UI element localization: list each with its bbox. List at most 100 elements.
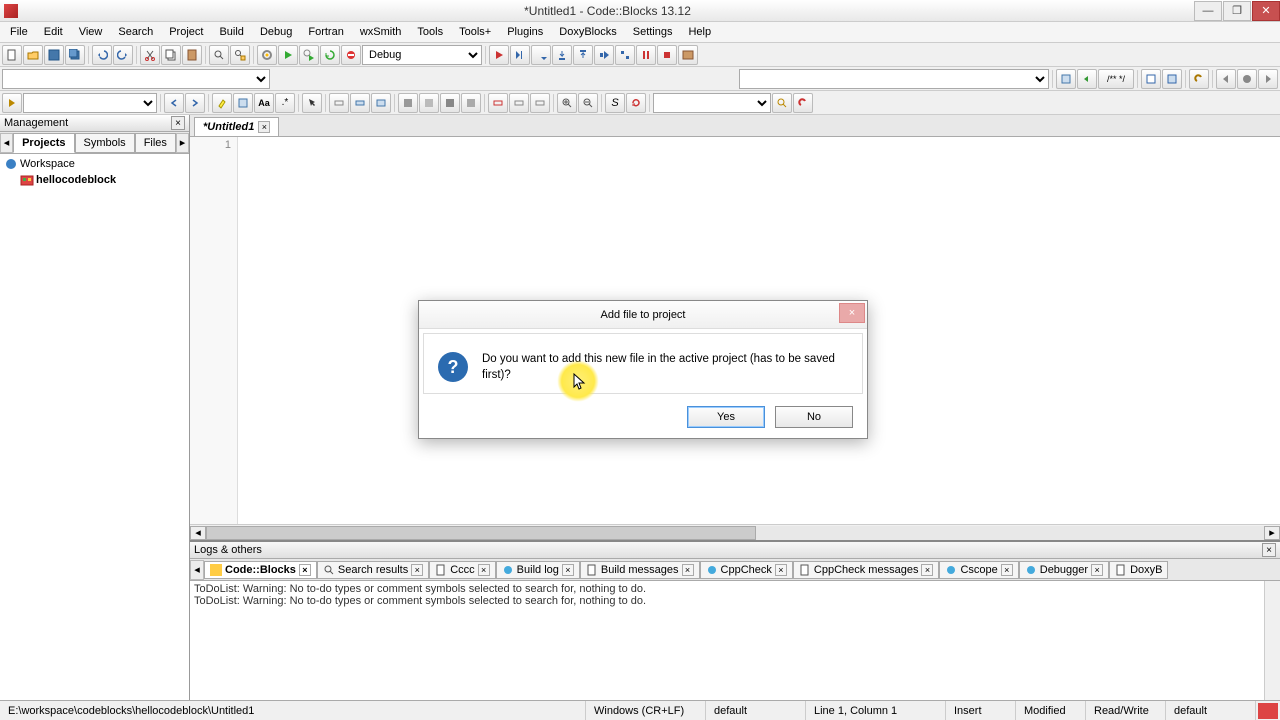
log-tab-search[interactable]: Search results× [317,561,429,579]
doxy-html-button[interactable] [1162,69,1182,89]
cut-button[interactable] [140,45,160,65]
dialog-close-button[interactable]: × [839,303,865,323]
log-tab-buildlog[interactable]: Build log× [496,561,580,579]
menu-tools[interactable]: Tools [409,24,451,40]
logs-close-button[interactable]: × [1262,543,1276,557]
jump-home-button[interactable] [1237,69,1257,89]
symbols-dropdown[interactable] [653,93,771,113]
source-button[interactable]: S [605,93,625,113]
management-close-button[interactable]: × [171,116,185,130]
menu-wxsmith[interactable]: wxSmith [352,24,410,40]
hscroll-left[interactable]: ◂ [190,526,206,540]
mgmt-tab-prev[interactable]: ◂ [0,133,13,153]
copy-button[interactable] [161,45,181,65]
instr2-button[interactable] [350,93,370,113]
new-file-button[interactable] [2,45,22,65]
logs-body[interactable]: ToDoList: Warning: No to-do types or com… [190,581,1280,700]
instr1-button[interactable] [329,93,349,113]
menu-project[interactable]: Project [161,24,211,40]
log-tab-close[interactable]: × [775,564,787,576]
case-button[interactable]: Aa [254,93,274,113]
log-tab-cscope[interactable]: Cscope× [939,561,1018,579]
highlight-button[interactable] [212,93,232,113]
editor-tab-close[interactable]: × [258,121,270,133]
refresh-button[interactable] [626,93,646,113]
menu-tools-plus[interactable]: Tools+ [451,24,499,40]
editor-hscroll[interactable]: ◂ ▸ [190,524,1280,540]
build-button[interactable] [257,45,277,65]
log-tab-close[interactable]: × [921,564,933,576]
menu-doxyblocks[interactable]: DoxyBlocks [551,24,624,40]
redo-button[interactable] [113,45,133,65]
build-target-dropdown[interactable]: Debug [362,45,482,65]
run-to-cursor-button[interactable] [510,45,530,65]
find-button[interactable] [209,45,229,65]
logs-vscroll[interactable] [1264,581,1280,700]
brk3-button[interactable] [530,93,550,113]
menu-edit[interactable]: Edit [36,24,71,40]
log-tab-close[interactable]: × [682,564,694,576]
menu-help[interactable]: Help [680,24,719,40]
block4-button[interactable] [461,93,481,113]
run-script-button[interactable] [2,93,22,113]
next-instruction-button[interactable] [594,45,614,65]
debug-continue-button[interactable] [489,45,509,65]
menu-build[interactable]: Build [211,24,251,40]
undo-button[interactable] [92,45,112,65]
debug-windows-button[interactable] [678,45,698,65]
prev-button[interactable] [164,93,184,113]
doxy-run-button[interactable] [1141,69,1161,89]
log-tab-close[interactable]: × [478,564,490,576]
log-tab-buildmsg[interactable]: Build messages× [580,561,700,579]
yes-button[interactable]: Yes [687,406,765,428]
instr3-button[interactable] [371,93,391,113]
bookmark-button[interactable] [1056,69,1076,89]
abort-button[interactable] [341,45,361,65]
tab-symbols[interactable]: Symbols [75,133,135,153]
save-button[interactable] [44,45,64,65]
no-button[interactable]: No [775,406,853,428]
log-tab-doxy[interactable]: DoxyB [1109,561,1168,579]
menu-view[interactable]: View [71,24,111,40]
editor-tab-untitled1[interactable]: *Untitled1 × [194,117,279,136]
tab-projects[interactable]: Projects [13,133,74,153]
tree-project[interactable]: hellocodeblock [2,172,187,188]
select-button[interactable] [233,93,253,113]
log-tab-close[interactable]: × [562,564,574,576]
block2-button[interactable] [419,93,439,113]
menu-plugins[interactable]: Plugins [499,24,551,40]
brk1-button[interactable] [488,93,508,113]
tree-workspace[interactable]: Workspace [2,156,187,172]
log-tab-close[interactable]: × [1091,564,1103,576]
step-into-instruction-button[interactable] [615,45,635,65]
close-button[interactable]: ✕ [1252,1,1280,21]
step-into-button[interactable] [552,45,572,65]
doxy-comment-button[interactable]: /** */ [1098,69,1134,89]
menu-fortran[interactable]: Fortran [300,24,351,40]
menu-search[interactable]: Search [110,24,161,40]
build-run-button[interactable] [299,45,319,65]
hscroll-right[interactable]: ▸ [1264,526,1280,540]
zoom-in-button[interactable] [557,93,577,113]
log-tab-codeblocks[interactable]: Code::Blocks× [204,561,317,579]
log-tab-cppcheckmsg[interactable]: CppCheck messages× [793,561,940,579]
break-button[interactable] [636,45,656,65]
stop-debugger-button[interactable] [657,45,677,65]
hscroll-thumb[interactable] [206,526,756,540]
replace-button[interactable] [230,45,250,65]
log-tab-close[interactable]: × [299,564,311,576]
rebuild-button[interactable] [320,45,340,65]
log-tab-cppcheck[interactable]: CppCheck× [700,561,793,579]
log-tab-close[interactable]: × [1001,564,1013,576]
brk2-button[interactable] [509,93,529,113]
pointer-icon[interactable] [302,93,322,113]
bookmark-prev-button[interactable] [1077,69,1097,89]
log-tab-cccc[interactable]: Cccc× [429,561,495,579]
maximize-button[interactable]: ❐ [1223,1,1251,21]
regex-button[interactable]: .* [275,93,295,113]
zoom-out-button[interactable] [578,93,598,113]
menu-file[interactable]: File [2,24,36,40]
save-all-button[interactable] [65,45,85,65]
menu-debug[interactable]: Debug [252,24,300,40]
script-dropdown[interactable] [23,93,157,113]
